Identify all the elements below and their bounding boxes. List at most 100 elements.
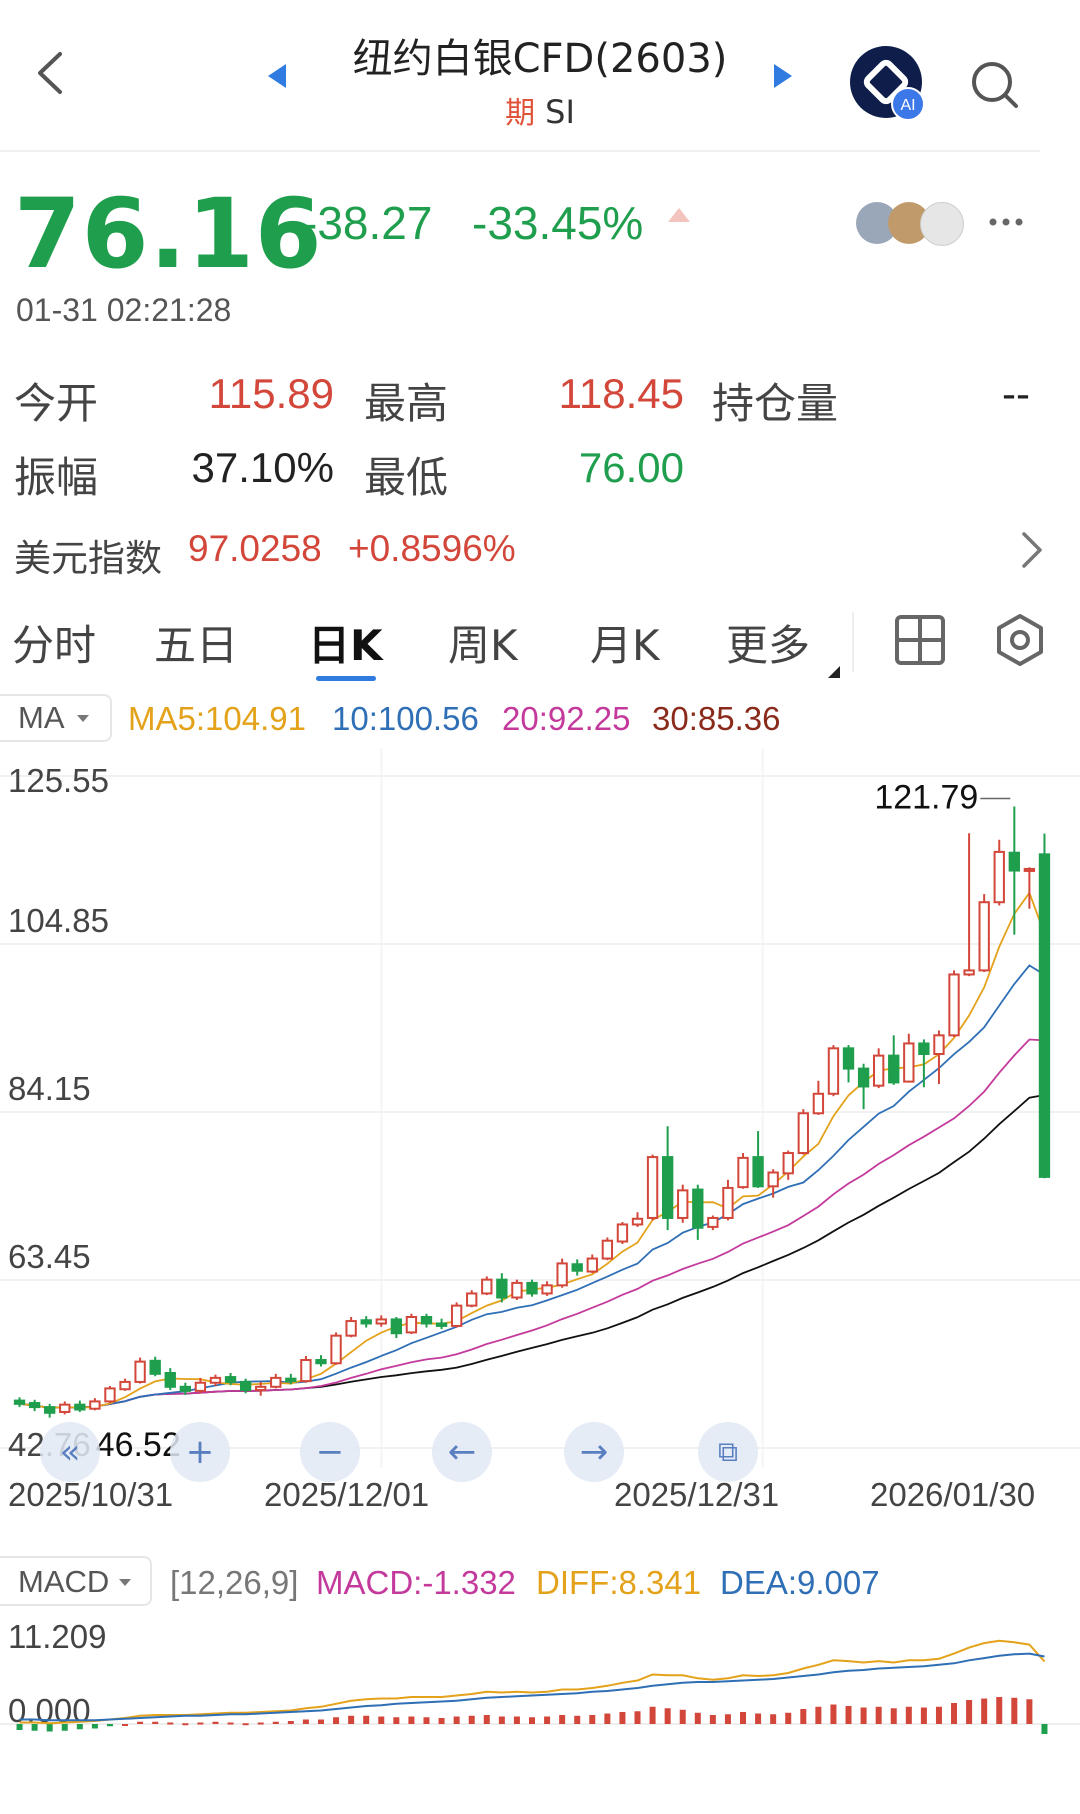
candle-body — [224, 1376, 237, 1383]
candle — [827, 1045, 840, 1097]
candle — [405, 1313, 418, 1335]
candle-body — [481, 1278, 493, 1295]
ma30-line — [19, 1094, 1045, 1409]
y-tick-label: 125.55 — [8, 762, 109, 799]
macd-histogram-bar — [106, 1724, 113, 1727]
candlestick-chart[interactable]: 125.55104.8584.1563.4542.76121.7946.5220… — [0, 748, 1080, 1508]
header-divider — [0, 150, 1040, 152]
macd-histogram-bar — [544, 1716, 551, 1724]
candle — [631, 1212, 644, 1227]
candle — [375, 1315, 387, 1327]
x-tick-label: 2025/10/31 — [8, 1476, 173, 1508]
tab-daily-k[interactable]: 日K — [308, 612, 383, 673]
candle — [918, 1039, 930, 1088]
candle-body — [74, 1403, 86, 1411]
zoom-in-button[interactable]: + — [170, 1422, 230, 1482]
macd-histogram-bar — [860, 1707, 867, 1724]
candle-body — [315, 1359, 327, 1365]
macd-histogram-bar — [981, 1698, 988, 1724]
macd-histogram-bar — [996, 1697, 1003, 1724]
macd-histogram-bar — [257, 1722, 264, 1725]
macd-params: [12,26,9] — [170, 1564, 299, 1601]
candle-body — [948, 973, 960, 1037]
indicator-selector-macd[interactable]: MACD — [0, 1556, 152, 1606]
candle-body — [134, 1360, 146, 1383]
candle-body — [571, 1263, 583, 1272]
candle-body — [1008, 851, 1020, 872]
candle — [44, 1403, 56, 1418]
tab-weekly-k[interactable]: 周K — [448, 612, 518, 673]
candle — [59, 1401, 71, 1415]
scroll-right-button[interactable]: → — [564, 1422, 624, 1482]
candle — [1008, 806, 1020, 935]
followers-avatars[interactable] — [856, 200, 976, 248]
candle-body — [842, 1047, 855, 1070]
candle-body — [661, 1156, 674, 1219]
macd-histogram-bar — [604, 1713, 611, 1724]
candle-body — [707, 1216, 719, 1228]
candle — [737, 1153, 749, 1189]
macd-histogram-bar — [16, 1724, 23, 1730]
min-price-label: 46.52 — [96, 1426, 181, 1464]
more-options-icon[interactable] — [988, 216, 1024, 228]
candle — [390, 1316, 403, 1339]
candle-body — [104, 1387, 116, 1403]
rewind-icon: « — [59, 1432, 81, 1472]
chart-scroll-left-end-button[interactable]: « — [40, 1422, 100, 1482]
search-icon[interactable] — [968, 58, 1022, 112]
candle-body — [405, 1315, 418, 1334]
ma-selector-label: MA — [18, 700, 65, 735]
fullscreen-button[interactable]: ⧉ — [698, 1422, 758, 1482]
candle — [692, 1184, 704, 1240]
macd-histogram-bar — [363, 1715, 370, 1724]
chevron-down-icon — [77, 715, 89, 722]
chart-settings-icon[interactable] — [992, 612, 1048, 668]
layout-grid-icon[interactable] — [894, 614, 946, 666]
macd-histogram-bar — [634, 1711, 641, 1724]
macd-histogram-bar — [755, 1713, 762, 1724]
ai-assistant-icon[interactable]: AI — [848, 44, 928, 124]
next-instrument-icon[interactable] — [772, 62, 794, 90]
candle-body — [631, 1217, 644, 1226]
candle — [481, 1276, 493, 1296]
candle — [812, 1080, 825, 1115]
tab-more[interactable]: 更多 — [726, 612, 810, 673]
candle-body — [1023, 867, 1036, 872]
macd-histogram-bar — [408, 1716, 415, 1724]
usd-index-value: 97.0258 — [188, 528, 322, 569]
candle — [119, 1378, 131, 1391]
macd-histogram-bar — [574, 1715, 581, 1724]
candle-body — [149, 1359, 161, 1375]
macd-histogram-bar — [468, 1715, 475, 1724]
scroll-left-button[interactable]: ← — [432, 1422, 492, 1482]
candle-body — [541, 1284, 553, 1295]
dea-value: DEA:9.007 — [720, 1564, 880, 1601]
last-price: 76.16 — [14, 178, 323, 290]
svg-text:AI: AI — [900, 97, 915, 114]
zoom-out-button[interactable]: − — [300, 1422, 360, 1482]
candle-body — [827, 1047, 840, 1095]
x-tick-label: 2025/12/31 — [614, 1476, 779, 1508]
tab-monthly-k[interactable]: 月K — [590, 612, 660, 673]
tab-intraday[interactable]: 分时 — [12, 612, 96, 673]
x-tick-label: 2026/01/30 — [870, 1476, 1035, 1508]
indicator-selector-ma[interactable]: MA — [0, 694, 112, 742]
candle-body — [677, 1189, 689, 1219]
candle — [571, 1259, 583, 1276]
candle-body — [857, 1067, 870, 1088]
open-label: 今开 — [14, 379, 99, 428]
candle — [496, 1273, 508, 1303]
macd-histogram-bar — [649, 1706, 656, 1724]
high-label: 最高 — [364, 379, 449, 428]
macd-histogram-bar — [694, 1712, 701, 1724]
candle — [888, 1035, 900, 1085]
candle — [903, 1033, 915, 1083]
usd-index-row[interactable]: 美元指数 97.0258 +0.8596% — [0, 516, 1060, 586]
tab-five-day[interactable]: 五日 — [154, 612, 238, 673]
candle — [435, 1318, 448, 1330]
candle-body — [435, 1322, 448, 1327]
candle — [948, 970, 960, 1037]
instrument-symbol: SI — [545, 93, 575, 131]
macd-histogram-bar — [951, 1703, 958, 1724]
macd-chart[interactable]: 11.2090.000 — [0, 1612, 1080, 1814]
